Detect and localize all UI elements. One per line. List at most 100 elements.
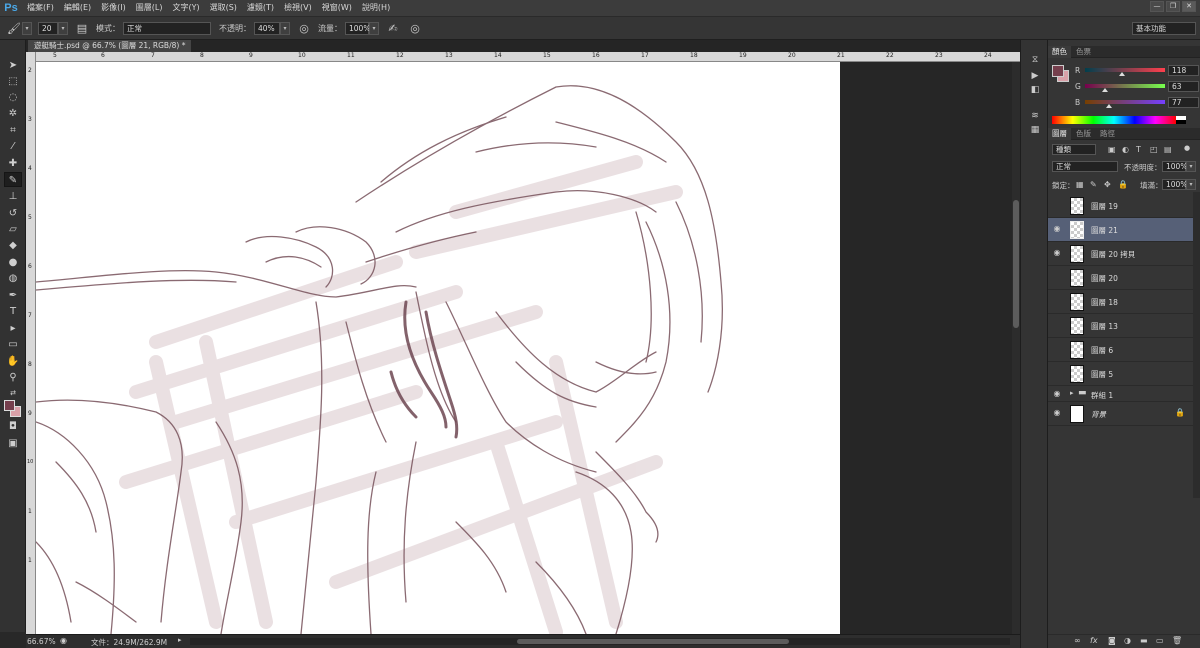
paint-bucket-tool-icon[interactable]: ◆ [4,238,22,253]
tab-paths[interactable]: 路徑 [1096,128,1119,140]
filter-toggle-icon[interactable]: ● [1184,144,1190,152]
new-group-icon[interactable]: ▬ [1140,636,1148,645]
blue-slider[interactable] [1085,100,1165,104]
lock-position-icon[interactable]: ✥ [1104,180,1111,189]
visibility-eye-icon[interactable]: ◉ [1052,272,1062,282]
adjustment-layer-icon[interactable]: ◑ [1124,636,1131,645]
lock-pixels-icon[interactable]: ✎ [1090,180,1097,189]
history-brush-tool-icon[interactable]: ↺ [4,206,22,221]
menu-edit[interactable]: 編輯(E) [59,0,96,16]
pressure-size-icon[interactable]: ◎ [407,20,423,36]
pen-tool-icon[interactable]: ✒ [4,288,22,303]
filter-pixel-icon[interactable]: ▣ [1108,145,1116,154]
shape-tool-icon[interactable]: ▭ [4,337,22,352]
zoom-tool-icon[interactable]: ⚲ [4,370,22,385]
flow-dropdown[interactable]: ▾ [369,21,379,35]
magic-wand-tool-icon[interactable]: ✲ [4,106,22,121]
tool-preset-dropdown[interactable]: ▾ [22,21,32,35]
green-slider[interactable] [1085,84,1165,88]
layer-row[interactable]: ◉ 圖層 13 [1048,314,1193,338]
visibility-eye-icon[interactable]: ◉ [1052,224,1062,234]
layers-scrollbar[interactable] [1193,192,1200,498]
filter-smart-object-icon[interactable]: ▤ [1164,145,1172,154]
restore-button[interactable]: ❐ [1166,1,1180,12]
visibility-eye-icon[interactable]: ◉ [1052,248,1062,258]
tab-swatches[interactable]: 色票 [1072,46,1095,58]
layer-group-row[interactable]: ◉ ▸ ▬ 群組 1 [1048,386,1193,402]
clone-stamp-tool-icon[interactable]: ⊥ [4,189,22,204]
link-layers-icon[interactable]: ∞ [1074,636,1081,645]
layer-row[interactable]: ◉ 圖層 20 拷貝 [1048,242,1193,266]
visibility-eye-icon[interactable]: ◉ [1052,389,1062,399]
visibility-eye-icon[interactable]: ◉ [1052,320,1062,330]
horizontal-scroll-thumb[interactable] [517,639,789,644]
opacity-dropdown[interactable]: ▾ [280,21,290,35]
layer-style-icon[interactable]: fx [1090,636,1098,645]
crop-tool-icon[interactable]: ⌗ [4,123,22,138]
vertical-scrollbar[interactable] [1012,62,1020,634]
green-value-input[interactable]: 63 [1168,81,1199,92]
green-slider-thumb[interactable] [1102,88,1108,92]
menu-filter[interactable]: 濾鏡(T) [242,0,279,16]
horizontal-ruler[interactable]: 5 6 7 8 9 10 11 12 13 14 15 16 17 18 19 … [36,52,1020,62]
blur-tool-icon[interactable]: ● [4,255,22,270]
quick-mask-icon[interactable]: ◘ [4,419,22,434]
visibility-eye-icon[interactable]: ◉ [1052,344,1062,354]
lock-all-icon[interactable]: 🔒 [1118,180,1128,189]
new-layer-icon[interactable]: ▭ [1156,636,1164,645]
brush-size-picker[interactable]: 20 [38,21,58,35]
filter-adjustment-icon[interactable]: ◐ [1122,145,1129,154]
zoom-level[interactable]: 66.67% [27,637,56,646]
hand-tool-icon[interactable]: ✋ [4,354,22,369]
black-white-ramp[interactable] [1176,116,1186,124]
layer-row-background[interactable]: ◉ 背景 🔒 [1048,402,1193,426]
properties-panel-icon[interactable]: ◧ [1028,84,1042,96]
vertical-scroll-thumb[interactable] [1013,200,1019,328]
blue-slider-thumb[interactable] [1106,104,1112,108]
mode-select[interactable]: 正常 [123,21,211,35]
layer-row[interactable]: ◉ 圖層 20 [1048,266,1193,290]
layer-opacity-dropdown[interactable]: ▾ [1186,161,1196,172]
tab-color[interactable]: 顏色 [1048,46,1071,58]
pressure-opacity-icon[interactable]: ◎ [296,20,312,36]
visibility-eye-icon[interactable]: ◉ [1052,408,1062,418]
fill-input[interactable]: 100% [1162,179,1187,190]
visibility-eye-icon[interactable]: ◉ [1052,368,1062,378]
brush-presets-icon[interactable]: ▦ [1028,124,1042,136]
filter-shape-icon[interactable]: ◰ [1150,145,1158,154]
airbrush-icon[interactable]: ✍ [385,20,401,36]
menu-help[interactable]: 說明(H) [357,0,395,16]
blue-value-input[interactable]: 77 [1168,97,1199,108]
eyedropper-tool-icon[interactable]: ⁄ [4,139,22,154]
eraser-tool-icon[interactable]: ▱ [4,222,22,237]
layer-opacity-input[interactable]: 100% [1162,161,1187,172]
layer-row[interactable]: ◉ 圖層 6 [1048,338,1193,362]
marquee-tool-icon[interactable]: ⬚ [4,74,22,89]
group-expand-arrow-icon[interactable]: ▸ [1070,389,1074,397]
filter-type-icon[interactable]: T [1136,145,1141,154]
dodge-tool-icon[interactable]: ◍ [4,271,22,286]
status-menu-arrow-icon[interactable]: ▸ [178,636,182,644]
vertical-ruler[interactable]: 2 3 4 5 6 7 8 9 10 1 1 [26,52,36,634]
document-canvas[interactable] [36,62,840,634]
minimize-button[interactable]: — [1150,1,1164,12]
menu-select[interactable]: 選取(S) [205,0,242,16]
brush-panel-icon[interactable]: ▤ [74,20,90,36]
foreground-color-swatch[interactable] [4,400,15,411]
brush-tool-icon[interactable]: 🖌 [6,20,22,36]
layer-row[interactable]: ◉ 圖層 19 [1048,194,1193,218]
delete-layer-icon[interactable]: 🗑 [1172,636,1182,645]
color-panel-foreground[interactable] [1052,65,1064,77]
history-panel-icon[interactable]: ⧖ [1028,54,1042,66]
red-slider-thumb[interactable] [1118,72,1125,76]
visibility-eye-icon[interactable]: ◉ [1052,296,1062,306]
flow-input[interactable]: 100% [345,21,370,35]
menu-layer[interactable]: 圖層(L) [131,0,168,16]
menu-image[interactable]: 影像(I) [96,0,131,16]
brush-panel-icon[interactable]: ≋ [1028,110,1042,122]
menu-file[interactable]: 檔案(F) [22,0,59,16]
info-icon[interactable]: ◉ [60,636,67,645]
tab-channels[interactable]: 色版 [1072,128,1095,140]
canvas-workspace[interactable] [36,62,1012,634]
path-selection-tool-icon[interactable]: ▸ [4,321,22,336]
